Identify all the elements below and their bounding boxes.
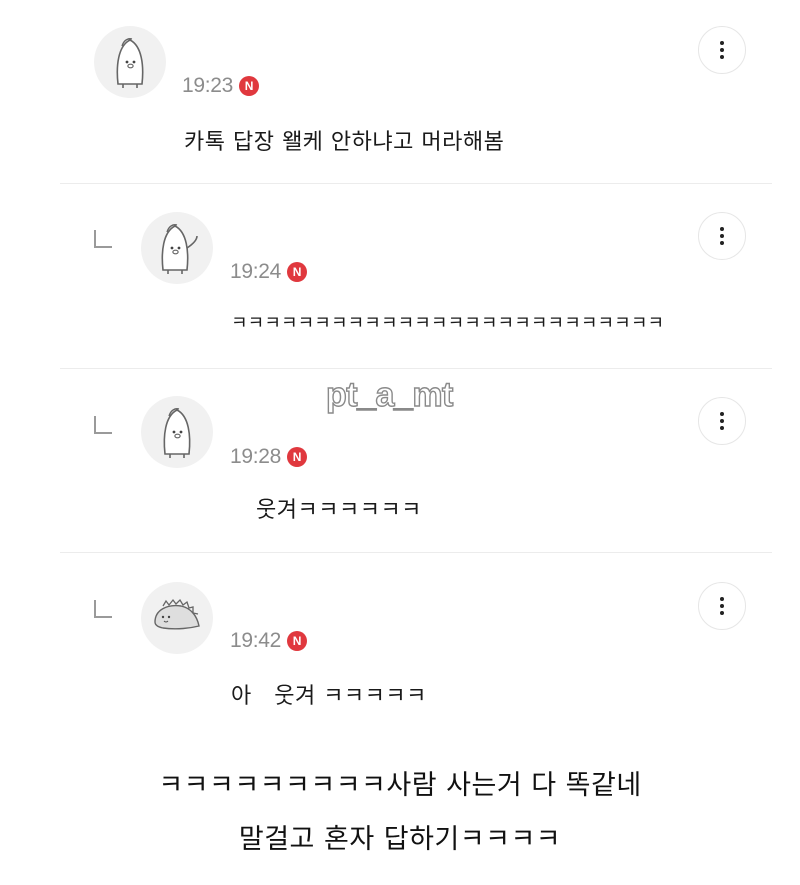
comment-meta: 19:42 N (230, 629, 308, 653)
caption-line-2: 말걸고 혼자 답하기ㅋㅋㅋㅋ (238, 824, 562, 855)
new-badge: N (287, 447, 308, 467)
comment-meta: 19:24 N (230, 260, 308, 284)
comment-time: 19:28 (230, 445, 282, 468)
avatar[interactable] (141, 396, 213, 468)
comment-text: 카톡 답장 왤케 안하냐고 머라해봄 (184, 130, 505, 155)
new-badge: N (287, 262, 308, 282)
caption-line-1: ㅋㅋㅋㅋㅋㅋㅋㅋㅋ사람 사는거 다 똑같네 (158, 770, 642, 801)
reply-indicator-icon (94, 230, 112, 248)
avatar[interactable] (141, 212, 213, 284)
more-vertical-icon (720, 227, 724, 245)
comment-time: 19:23 (182, 74, 234, 97)
more-options-button[interactable] (698, 26, 746, 74)
new-badge: N (239, 76, 260, 96)
more-options-button[interactable] (698, 582, 746, 630)
divider (60, 368, 772, 369)
more-vertical-icon (720, 41, 724, 59)
new-badge: N (287, 631, 308, 651)
avatar[interactable] (94, 26, 166, 98)
comment-time: 19:42 (230, 629, 282, 652)
more-vertical-icon (720, 597, 724, 615)
comment-text: 아 웃겨 ㅋㅋㅋㅋㅋ (231, 684, 427, 709)
more-options-button[interactable] (698, 212, 746, 260)
comment-time: 19:24 (230, 260, 282, 283)
comment-meta: 19:23 N (182, 74, 260, 98)
comment-text: ㅋㅋㅋㅋㅋㅋㅋㅋㅋㅋㅋㅋㅋㅋㅋㅋㅋㅋㅋㅋㅋㅋㅋㅋㅋㅋ (231, 313, 665, 334)
dinosaur-avatar-icon (154, 598, 200, 630)
comment-text: 웃겨ㅋㅋㅋㅋㅋㅋ (256, 498, 422, 523)
more-options-button[interactable] (698, 397, 746, 445)
divider (60, 552, 772, 553)
penguin-avatar-icon (163, 408, 191, 458)
reply-indicator-icon (94, 600, 112, 618)
avatar[interactable] (141, 582, 213, 654)
more-vertical-icon (720, 412, 724, 430)
divider (60, 183, 772, 184)
comment-meta: 19:28 N (230, 445, 308, 469)
penguin-avatar-icon (116, 38, 144, 88)
penguin-waving-avatar-icon (161, 224, 198, 274)
watermark: pt_a_mt (325, 375, 454, 414)
reply-indicator-icon (94, 416, 112, 434)
